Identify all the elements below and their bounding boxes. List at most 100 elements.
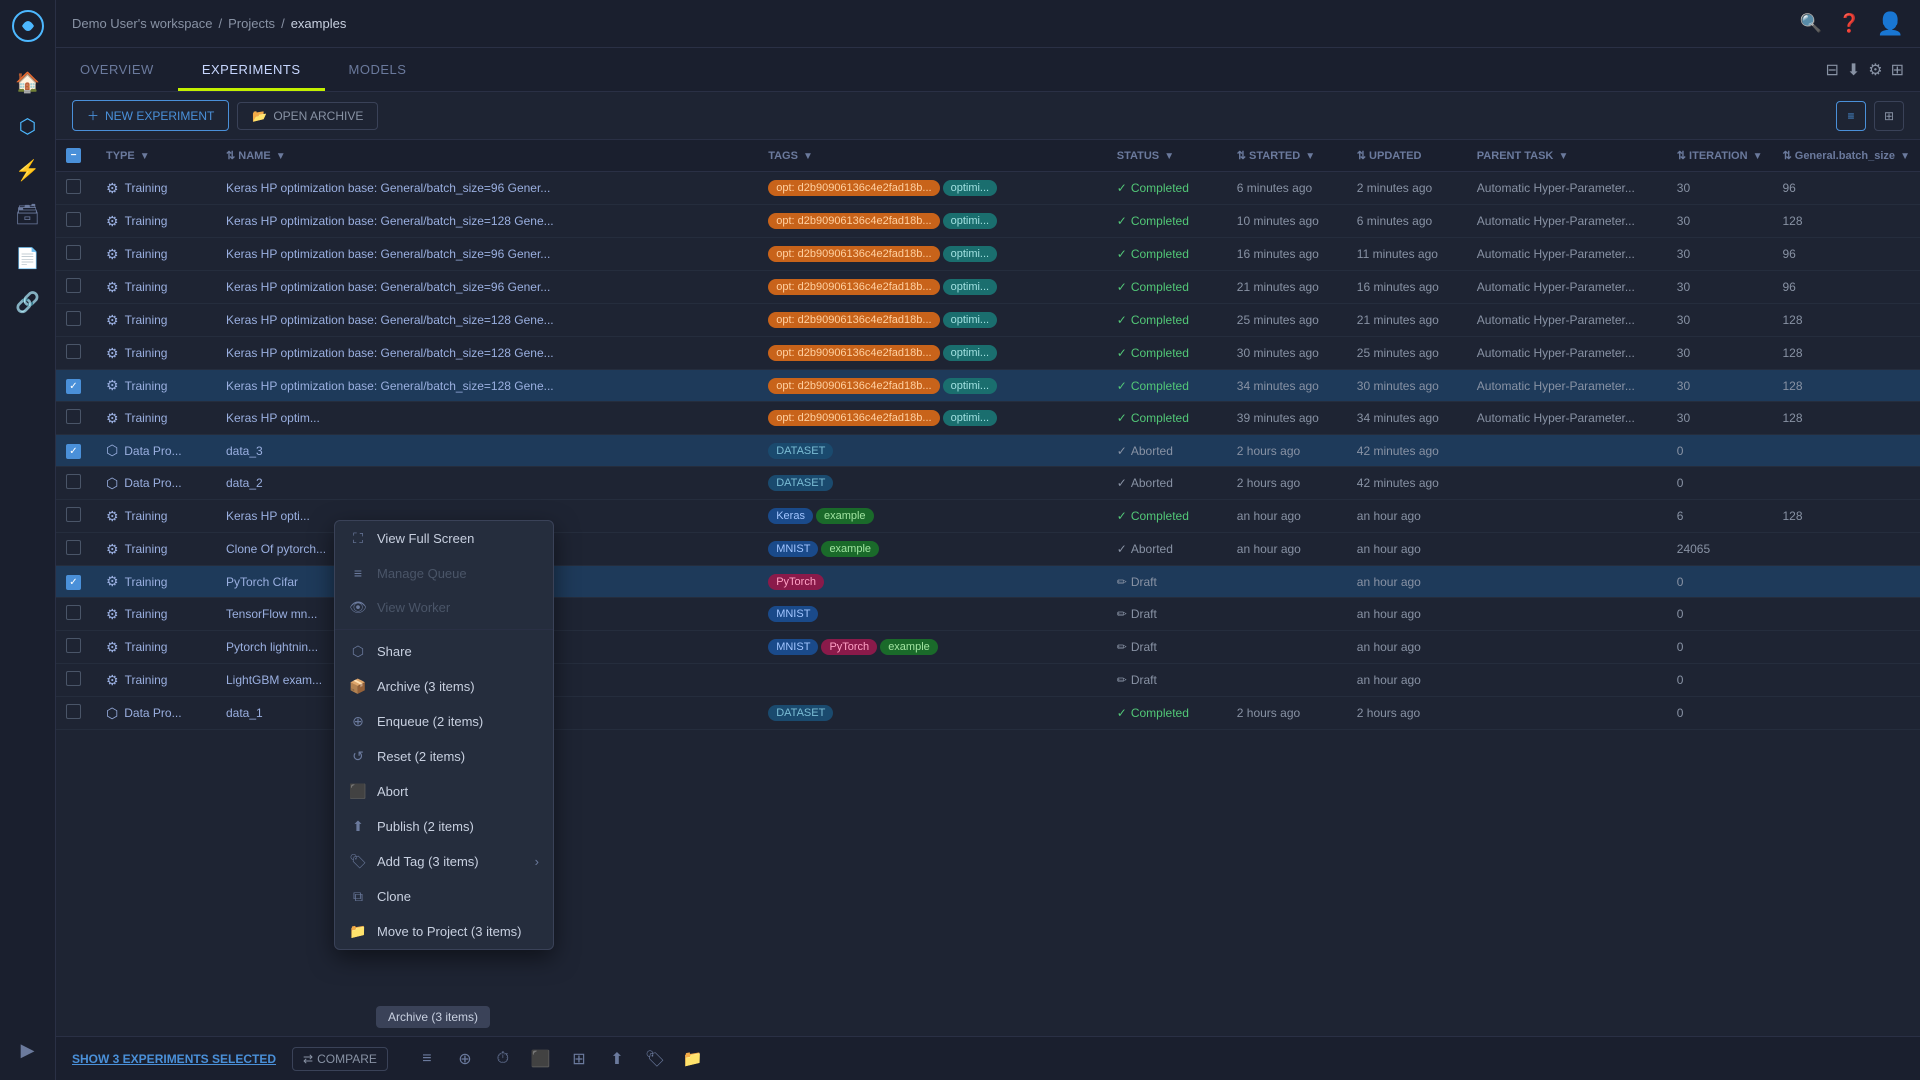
row-checkbox[interactable]	[56, 304, 96, 337]
col-updated[interactable]: ⇅ UPDATED	[1347, 140, 1467, 172]
ctx-reset[interactable]: ↺ Reset (2 items)	[335, 739, 553, 774]
row-checkbox[interactable]	[56, 500, 96, 533]
user-avatar[interactable]: 👤	[1877, 11, 1904, 37]
tab-overview[interactable]: OVERVIEW	[56, 48, 178, 91]
ctx-clone[interactable]: ⧉ Clone	[335, 879, 553, 914]
row-name[interactable]: data_2	[216, 467, 758, 500]
row-checkbox[interactable]	[56, 664, 96, 697]
sidebar-item-home[interactable]: 🏠	[8, 62, 48, 102]
col-parent[interactable]: PARENT TASK ▼	[1467, 140, 1667, 172]
compare-button[interactable]: ⇄ COMPARE	[292, 1047, 388, 1071]
table-row[interactable]: ✓ ⬡ Data Pro... data_3 DATASET ✓Aborted …	[56, 435, 1920, 467]
row-checkbox[interactable]: ✓	[56, 566, 96, 598]
row-iteration: 24065	[1667, 533, 1773, 566]
row-name[interactable]: data_3	[216, 435, 758, 467]
bottom-graph-icon[interactable]: ⊕	[450, 1044, 480, 1074]
col-started[interactable]: ⇅ STARTED ▼	[1227, 140, 1347, 172]
tabs-bar: OVERVIEW EXPERIMENTS MODELS ⊟ ⬇ ⚙ ⊞	[56, 48, 1920, 92]
ctx-publish[interactable]: ⬆ Publish (2 items)	[335, 809, 553, 844]
bottom-list-view[interactable]: ≡	[412, 1044, 442, 1074]
row-name[interactable]: Keras HP optimization base: General/batc…	[216, 370, 758, 402]
table-row[interactable]: ⚙ Training Keras HP optimization base: G…	[56, 205, 1920, 238]
col-name[interactable]: ⇅ NAME ▼	[216, 140, 758, 172]
breadcrumb-projects[interactable]: Projects	[228, 16, 275, 31]
table-row[interactable]: ⚙ Training Keras HP optimization base: G…	[56, 304, 1920, 337]
show-selected-button[interactable]: SHOW 3 EXPERIMENTS SELECTED	[72, 1052, 276, 1066]
table-row[interactable]: ⚙ Training Keras HP optimization base: G…	[56, 337, 1920, 370]
context-menu: ⛶ View Full Screen ≡ Manage Queue 👁 View…	[334, 520, 554, 950]
row-checkbox[interactable]	[56, 337, 96, 370]
ctx-enqueue[interactable]: ⊕ Enqueue (2 items)	[335, 704, 553, 739]
sidebar-item-reports[interactable]: 📄	[8, 238, 48, 278]
row-checkbox[interactable]	[56, 697, 96, 730]
row-checkbox[interactable]	[56, 533, 96, 566]
table-row[interactable]: ⚙ Training Keras HP optimization base: G…	[56, 271, 1920, 304]
list-view-button[interactable]: ≡	[1836, 101, 1866, 131]
row-checkbox[interactable]	[56, 172, 96, 205]
table-row[interactable]: ✓ ⚙ Training Keras HP optimization base:…	[56, 370, 1920, 402]
type-icon: ⚙	[106, 345, 119, 362]
row-parent: Automatic Hyper-Parameter...	[1467, 337, 1667, 370]
filter-icon[interactable]: ⊟	[1825, 60, 1838, 80]
bottom-upload-icon[interactable]: ⬆	[602, 1044, 632, 1074]
breadcrumb-workspace[interactable]: Demo User's workspace	[72, 16, 212, 31]
ctx-archive[interactable]: 📦 Archive (3 items)	[335, 669, 553, 704]
row-checkbox[interactable]	[56, 205, 96, 238]
row-iteration: 30	[1667, 337, 1773, 370]
experiments-table-container[interactable]: − TYPE ▼ ⇅ NAME ▼ TAGS ▼ STATUS ▼ ⇅ STAR…	[56, 140, 1920, 1036]
app-logo[interactable]	[10, 8, 46, 44]
table-row[interactable]: ⚙ Training Keras HP optimization base: G…	[56, 172, 1920, 205]
select-all-checkbox[interactable]: −	[56, 140, 96, 172]
ctx-abort[interactable]: ⬛ Abort	[335, 774, 553, 809]
sidebar-item-hub[interactable]: 🔗	[8, 282, 48, 322]
row-name[interactable]: Keras HP optimization base: General/batc…	[216, 337, 758, 370]
row-name[interactable]: Keras HP optimization base: General/batc…	[216, 304, 758, 337]
ctx-share[interactable]: ⬡ Share	[335, 634, 553, 669]
new-experiment-button[interactable]: ＋ NEW EXPERIMENT	[72, 100, 229, 131]
grid-view-button[interactable]: ⊞	[1874, 101, 1904, 131]
row-checkbox[interactable]	[56, 271, 96, 304]
col-tags[interactable]: TAGS ▼	[758, 140, 1107, 172]
tab-experiments[interactable]: EXPERIMENTS	[178, 48, 325, 91]
row-status: ✓Completed	[1107, 697, 1227, 730]
table-row[interactable]: ⚙ Training Keras HP optimization base: G…	[56, 238, 1920, 271]
tab-models[interactable]: MODELS	[325, 48, 431, 91]
row-checkbox[interactable]: ✓	[56, 370, 96, 402]
download-icon[interactable]: ⬇	[1847, 60, 1860, 80]
ctx-move-to-project[interactable]: 📁 Move to Project (3 items)	[335, 914, 553, 949]
table-row[interactable]: ⬡ Data Pro... data_2 DATASET ✓Aborted 2 …	[56, 467, 1920, 500]
row-checkbox[interactable]	[56, 631, 96, 664]
sidebar-bottom-icon[interactable]: ▶	[8, 1030, 48, 1070]
ctx-view-full-screen[interactable]: ⛶ View Full Screen	[335, 521, 553, 556]
col-batch-size[interactable]: ⇅ General.batch_size ▼	[1772, 140, 1920, 172]
row-checkbox[interactable]: ✓	[56, 435, 96, 467]
sidebar-item-pipelines[interactable]: ⚡	[8, 150, 48, 190]
ctx-add-tag[interactable]: 🏷 Add Tag (3 items) ›	[335, 844, 553, 879]
bottom-columns-icon[interactable]: ⊞	[564, 1044, 594, 1074]
col-iteration[interactable]: ⇅ ITERATION ▼	[1667, 140, 1773, 172]
row-name[interactable]: Keras HP optimization base: General/batc…	[216, 172, 758, 205]
row-checkbox[interactable]	[56, 238, 96, 271]
row-checkbox[interactable]	[56, 402, 96, 435]
row-name[interactable]: Keras HP optim...	[216, 402, 758, 435]
open-archive-button[interactable]: 📂 OPEN ARCHIVE	[237, 102, 378, 130]
col-status[interactable]: STATUS ▼	[1107, 140, 1227, 172]
help-icon[interactable]: ❓	[1838, 13, 1860, 34]
row-checkbox[interactable]	[56, 467, 96, 500]
row-checkbox[interactable]	[56, 598, 96, 631]
col-type[interactable]: TYPE ▼	[96, 140, 216, 172]
table-row[interactable]: ⚙ Training Keras HP optim... opt: d2b909…	[56, 402, 1920, 435]
bottom-tag-icon[interactable]: 🏷	[640, 1044, 670, 1074]
settings-icon[interactable]: ⚙	[1868, 60, 1882, 80]
bottom-folder-icon[interactable]: 📁	[678, 1044, 708, 1074]
row-started: 30 minutes ago	[1227, 337, 1347, 370]
row-name[interactable]: Keras HP optimization base: General/batc…	[216, 205, 758, 238]
row-name[interactable]: Keras HP optimization base: General/batc…	[216, 271, 758, 304]
row-name[interactable]: Keras HP optimization base: General/batc…	[216, 238, 758, 271]
search-icon[interactable]: 🔍	[1800, 13, 1822, 34]
bottom-history-icon[interactable]: ⏱	[488, 1044, 518, 1074]
sidebar-item-models[interactable]: 🗃	[8, 194, 48, 234]
sidebar-item-experiments[interactable]: ⬡	[8, 106, 48, 146]
bottom-stop-icon[interactable]: ⬛	[526, 1044, 556, 1074]
grid-icon[interactable]: ⊞	[1891, 60, 1904, 80]
